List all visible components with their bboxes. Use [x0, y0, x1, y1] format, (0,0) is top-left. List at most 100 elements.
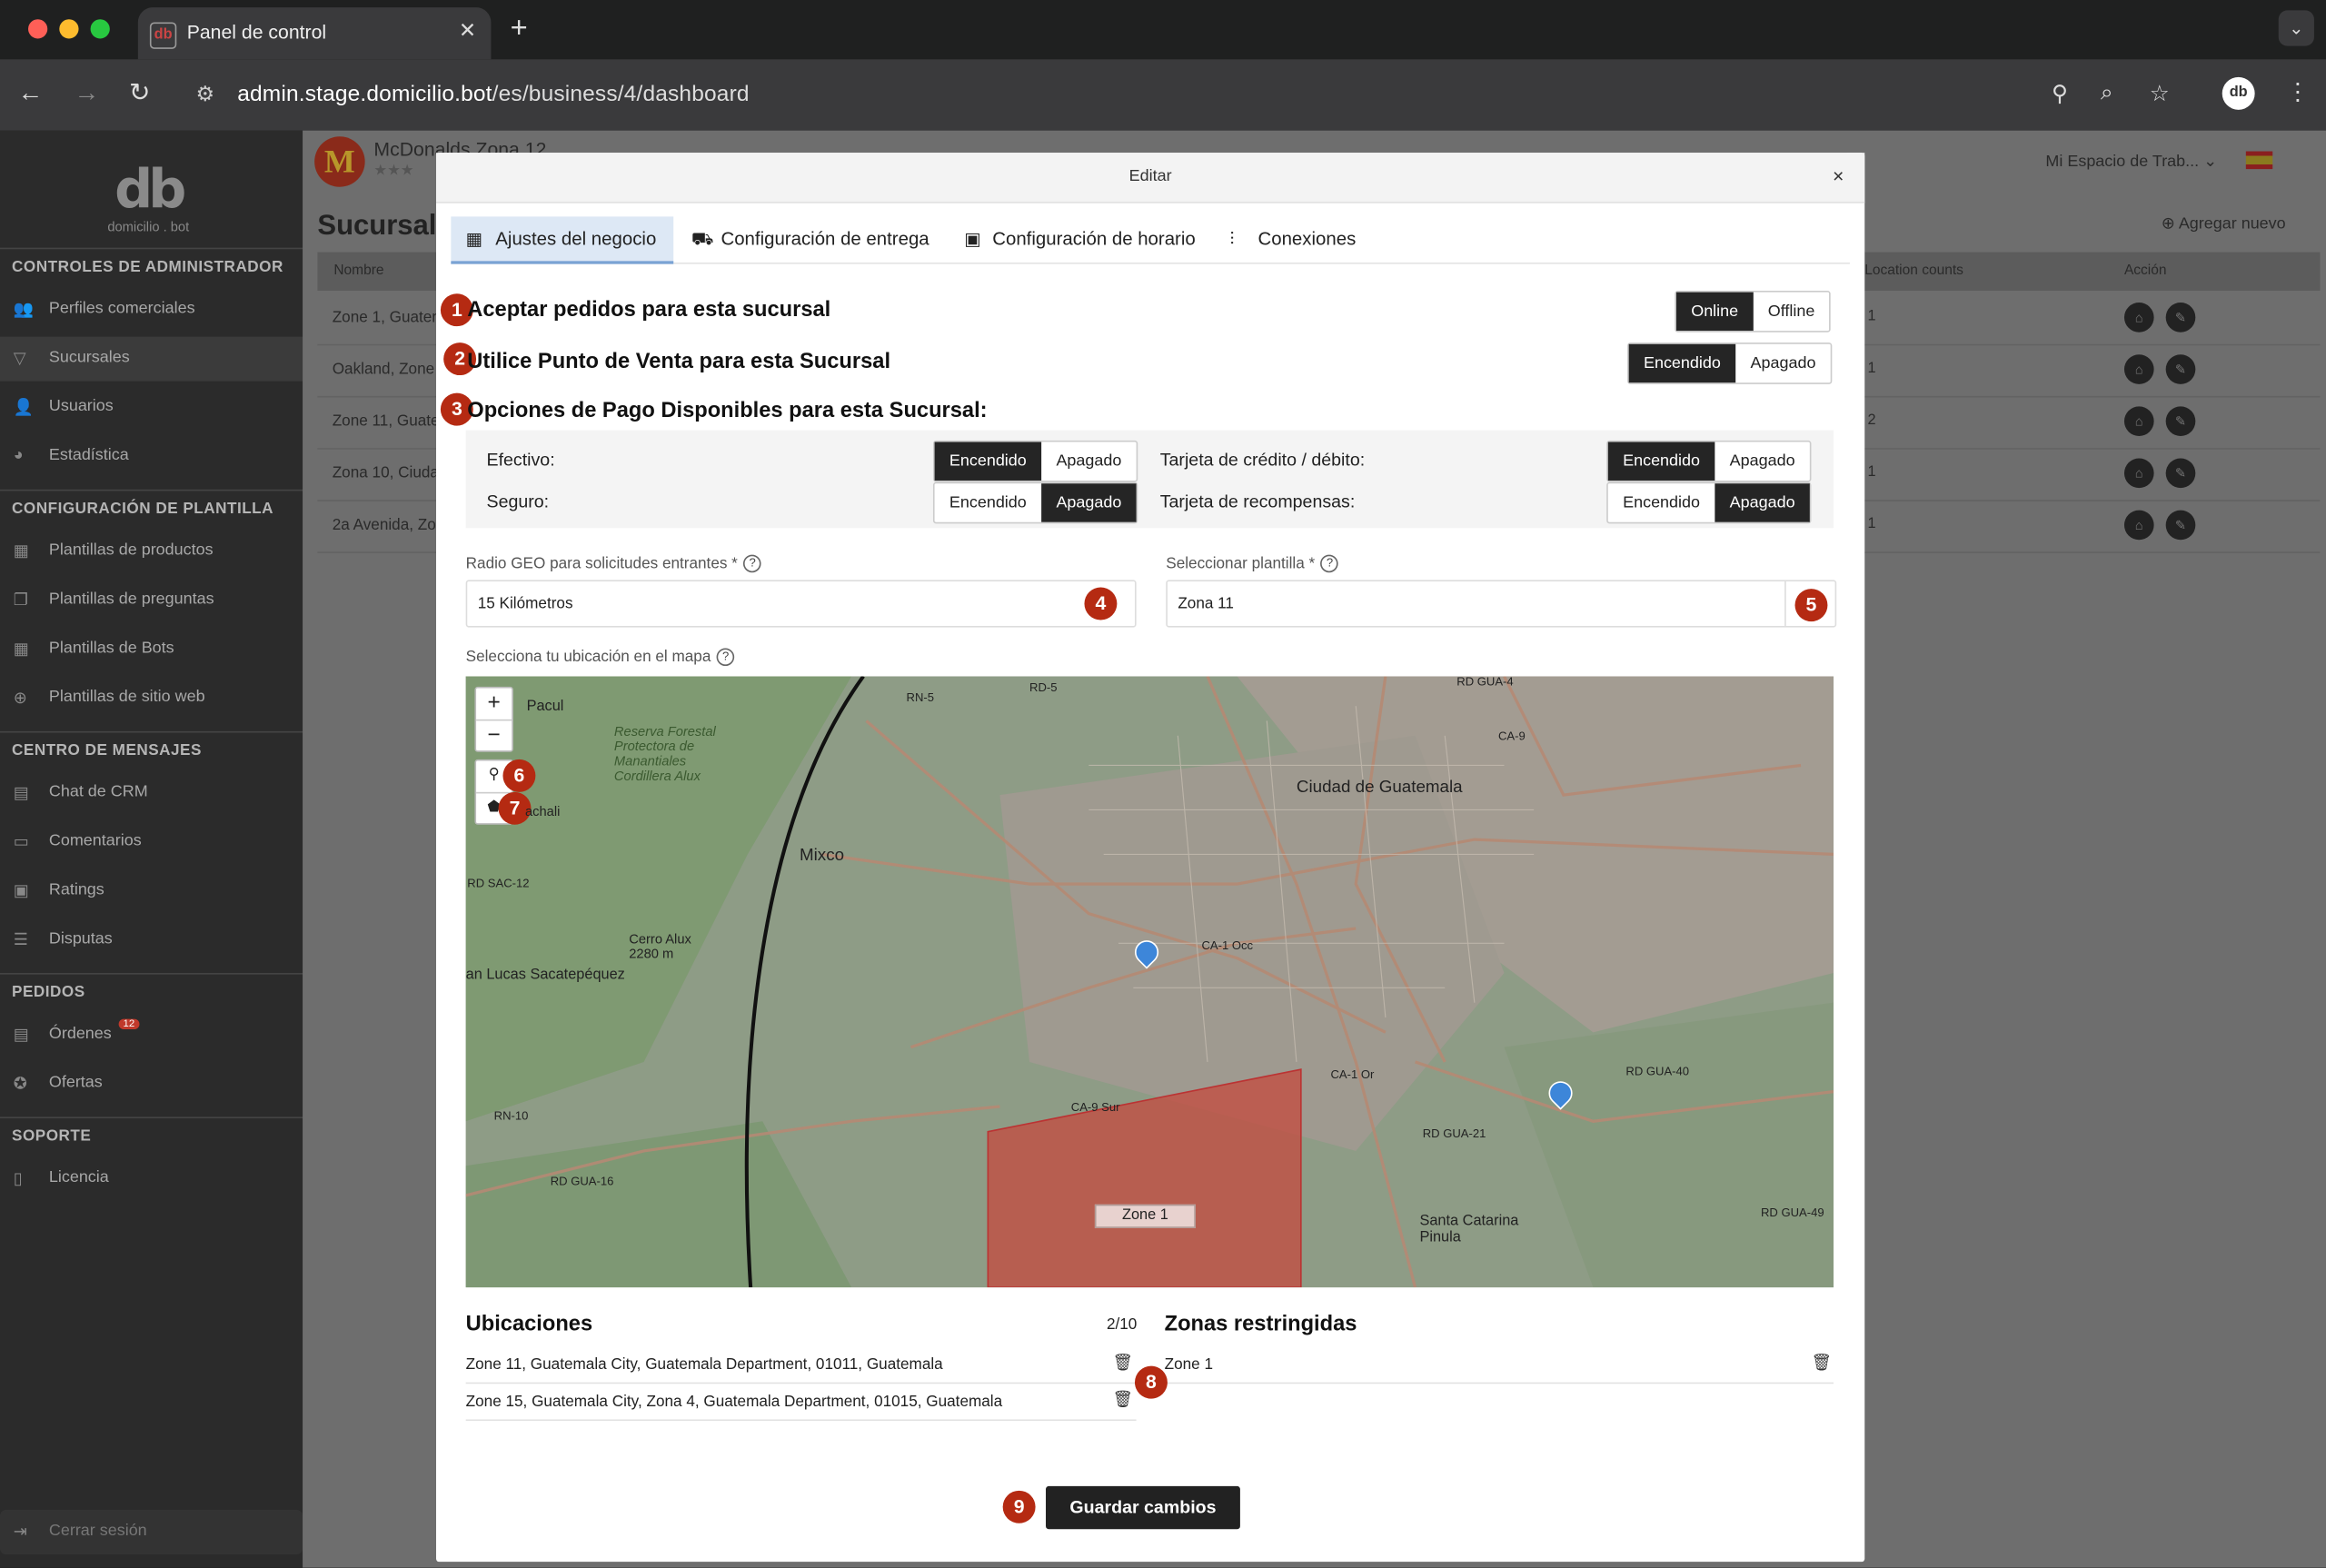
- home-icon[interactable]: ⌂: [2123, 354, 2154, 384]
- locations-count: 2/10: [1106, 1315, 1138, 1334]
- sidebar-item-disputes[interactable]: ☰ Disputas: [0, 918, 303, 963]
- road-label: RD GUA-16: [550, 1175, 614, 1188]
- address-bar[interactable]: ⚙ admin.stage.domicilio.bot/es/business/…: [181, 68, 2198, 122]
- tab-business-settings[interactable]: ▦ Ajustes del negocio: [451, 216, 674, 264]
- trash-icon[interactable]: 🗑: [1112, 1390, 1133, 1409]
- road-label: RD GUA-21: [1422, 1126, 1486, 1141]
- sidebar-item-bot-templates[interactable]: ▦ Plantillas de Bots: [0, 628, 303, 672]
- add-new-button[interactable]: ⊕ Agregar nuevo: [2162, 213, 2286, 233]
- tab-search-icon[interactable]: ⌄: [2278, 10, 2314, 46]
- row-count: 1: [1867, 464, 1876, 481]
- save-button[interactable]: Guardar cambios: [1046, 1485, 1240, 1530]
- road-label: RD GUA-4: [1456, 676, 1514, 689]
- sidebar-item-label: Chat de CRM: [48, 783, 148, 801]
- sidebar-item-website-templates[interactable]: ⊕ Plantillas de sitio web: [0, 676, 303, 720]
- screen: db Panel de control ✕ + ⌄ ← → ↻ ⚙ admin.…: [0, 0, 2326, 1568]
- sidebar-item-offers[interactable]: ✪ Ofertas: [0, 1062, 303, 1107]
- geo-radius-value: 15 Kilómetros: [477, 594, 573, 613]
- sidebar-item-product-templates[interactable]: ▦ Plantillas de productos: [0, 530, 303, 574]
- rewards-off-option[interactable]: Apagado: [1715, 483, 1810, 522]
- window-zoom-button[interactable]: [90, 19, 110, 39]
- insurance-on-option[interactable]: Encendido: [935, 483, 1042, 521]
- new-tab-icon[interactable]: +: [511, 12, 528, 46]
- edit-icon[interactable]: ✎: [2165, 510, 2196, 541]
- offline-option[interactable]: Offline: [1753, 293, 1829, 331]
- sidebar-item-users[interactable]: 👤 Usuarios: [0, 385, 303, 430]
- site-settings-icon[interactable]: ⚙: [196, 82, 215, 107]
- step-badge: 4: [1084, 587, 1118, 620]
- sidebar-item-license[interactable]: ▯ Licencia: [0, 1156, 303, 1201]
- list-item: Zone 1 🗑: [1164, 1345, 1834, 1384]
- back-icon[interactable]: ←: [18, 79, 44, 109]
- help-icon[interactable]: ?: [716, 648, 735, 667]
- row-name: Zone 11, Guate: [332, 412, 440, 431]
- pos-on-option[interactable]: Encendido: [1628, 343, 1736, 383]
- card-on-option[interactable]: Encendido: [1607, 442, 1715, 481]
- sidebar-item-branches[interactable]: ▽ Sucursales: [0, 336, 303, 382]
- home-icon[interactable]: ⌂: [2123, 303, 2154, 332]
- sidebar-item-crm-chat[interactable]: ▤ Chat de CRM: [0, 771, 303, 816]
- map-label-pacul: Pacul: [526, 698, 564, 715]
- template-select[interactable]: Zona 11: [1166, 580, 1837, 628]
- close-icon[interactable]: ×: [1833, 164, 1844, 186]
- home-icon[interactable]: ⌂: [2123, 458, 2154, 489]
- tab-schedule-settings[interactable]: ▣ Configuración de horario: [949, 216, 1209, 261]
- home-icon[interactable]: ⌂: [2123, 510, 2154, 541]
- sidebar-item-business-profiles[interactable]: 👥 Perfiles comerciales: [0, 288, 303, 332]
- card-off-option[interactable]: Apagado: [1715, 442, 1810, 481]
- zoom-in-button[interactable]: +: [476, 689, 512, 721]
- tab-close-icon[interactable]: ✕: [459, 18, 476, 44]
- logout-button[interactable]: ⇥ Cerrar sesión: [0, 1510, 303, 1555]
- home-icon[interactable]: ⌂: [2123, 406, 2154, 436]
- divider: [0, 973, 303, 975]
- cash-on-option[interactable]: Encendido: [934, 442, 1042, 481]
- sidebar-item-statistics[interactable]: ◕ Estadística: [0, 434, 303, 479]
- pos-toggle: Encendido Apagado: [1627, 342, 1833, 384]
- browser-tab[interactable]: db Panel de control ✕: [137, 7, 492, 60]
- map-label-chachali: achali: [524, 803, 561, 819]
- online-option[interactable]: Online: [1675, 292, 1754, 332]
- pos-off-option[interactable]: Apagado: [1735, 344, 1831, 382]
- edit-icon[interactable]: ✎: [2165, 458, 2196, 489]
- section-title-admin: CONTROLES DE ADMINISTRADOR: [12, 258, 283, 276]
- spain-flag-icon[interactable]: [2245, 151, 2273, 170]
- window-minimize-button[interactable]: [59, 19, 79, 39]
- sidebar: db domicilio . bot CONTROLES DE ADMINIST…: [0, 130, 303, 1568]
- edit-icon[interactable]: ✎: [2165, 354, 2196, 384]
- sidebar-item-comments[interactable]: ▭ Comentarios: [0, 820, 303, 865]
- help-icon[interactable]: ?: [743, 554, 761, 573]
- edit-icon[interactable]: ✎: [2165, 406, 2196, 436]
- profile-avatar[interactable]: db: [2222, 76, 2255, 110]
- sidebar-item-orders[interactable]: ▤ Órdenes 12: [0, 1013, 303, 1057]
- sidebar-item-question-templates[interactable]: ❐ Plantillas de preguntas: [0, 579, 303, 623]
- window-close-button[interactable]: [28, 19, 48, 39]
- map-label-san-lucas: an Lucas Sacatepéquez: [465, 967, 625, 984]
- trash-icon[interactable]: 🗑: [1811, 1353, 1832, 1373]
- reload-icon[interactable]: ↻: [129, 79, 150, 109]
- help-icon[interactable]: ?: [1320, 554, 1339, 573]
- forward-icon[interactable]: →: [75, 79, 100, 109]
- workspace-selector[interactable]: Mi Espacio de Trab... ⌄: [2045, 152, 2217, 171]
- tab-connections[interactable]: ⫶ Conexiones: [1215, 216, 1378, 261]
- location-map[interactable]: + − ⚲ ⬟ 6 7 Ciudad de Guatemala Mixco Pa…: [465, 676, 1834, 1288]
- zoom-out-button[interactable]: −: [476, 720, 512, 751]
- location-icon[interactable]: ⚲: [2052, 80, 2068, 107]
- url-text: admin.stage.domicilio.bot/es/business/4/…: [237, 82, 749, 107]
- insurance-off-option[interactable]: Apagado: [1041, 483, 1137, 522]
- bookmark-star-icon[interactable]: ☆: [2150, 80, 2170, 107]
- map-label-city: Ciudad de Guatemala: [1296, 779, 1463, 797]
- browser-menu-icon[interactable]: ⋮: [2286, 77, 2310, 107]
- sidebar-item-ratings[interactable]: ▣ Ratings: [0, 869, 303, 914]
- edit-icon[interactable]: ✎: [2165, 303, 2196, 332]
- section-title-messages: CENTRO DE MENSAJES: [12, 741, 202, 759]
- trash-icon[interactable]: 🗑: [1112, 1353, 1133, 1373]
- rewards-on-option[interactable]: Encendido: [1608, 483, 1715, 521]
- user-icon: 👤: [13, 399, 35, 417]
- sidebar-item-label: Órdenes: [48, 1025, 112, 1043]
- geo-radius-select[interactable]: 15 Kilómetros: [465, 580, 1137, 628]
- divider: [1784, 581, 1786, 626]
- card-label: Tarjeta de crédito / débito:: [1159, 449, 1366, 471]
- zoom-icon[interactable]: ⌕: [2101, 80, 2113, 105]
- tab-delivery-settings[interactable]: ⛟ Configuración de entrega: [676, 216, 943, 261]
- cash-off-option[interactable]: Apagado: [1041, 442, 1137, 481]
